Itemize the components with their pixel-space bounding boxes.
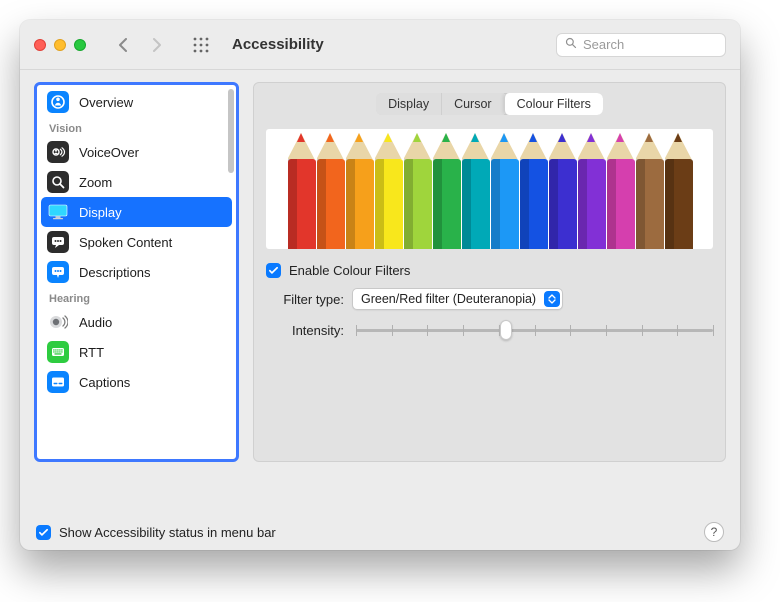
sidebar-item-label: Overview bbox=[79, 95, 133, 110]
enable-colour-filters-label: Enable Colour Filters bbox=[289, 263, 410, 278]
zoom-icon bbox=[47, 171, 69, 193]
sidebar-item-label: Spoken Content bbox=[79, 235, 172, 250]
filter-type-select[interactable]: Green/Red filter (Deuteranopia) bbox=[352, 288, 563, 310]
prefs-window: Accessibility Search Overview Vision bbox=[20, 20, 740, 550]
sidebar-item-label: RTT bbox=[79, 345, 104, 360]
sidebar-item-descriptions[interactable]: Descriptions bbox=[37, 257, 236, 287]
sidebar-item-display[interactable]: Display bbox=[41, 197, 232, 227]
sidebar-item-label: Audio bbox=[79, 315, 112, 330]
sidebar-item-spoken-content[interactable]: Spoken Content bbox=[37, 227, 236, 257]
colour-pencil bbox=[607, 133, 634, 249]
show-status-label: Show Accessibility status in menu bar bbox=[59, 525, 276, 540]
colour-preview bbox=[266, 129, 713, 249]
sidebar-item-overview[interactable]: Overview bbox=[37, 87, 236, 117]
colour-pencil bbox=[491, 133, 518, 249]
display-icon bbox=[47, 201, 69, 223]
colour-pencil bbox=[665, 133, 692, 249]
sidebar-item-label: Display bbox=[79, 205, 122, 220]
colour-pencil bbox=[462, 133, 489, 249]
content-panel: Display Cursor Colour Filters Enable Col… bbox=[253, 82, 726, 462]
colour-pencil bbox=[433, 133, 460, 249]
sidebar-item-voiceover[interactable]: VoiceOver bbox=[37, 137, 236, 167]
colour-pencil bbox=[578, 133, 605, 249]
help-icon: ? bbox=[711, 525, 718, 539]
sidebar[interactable]: Overview Vision VoiceOver Zoom bbox=[34, 82, 239, 462]
search-input[interactable]: Search bbox=[556, 33, 726, 57]
colour-pencil bbox=[346, 133, 373, 249]
tab-group: Display Cursor Colour Filters bbox=[376, 93, 603, 115]
colour-pencil bbox=[317, 133, 344, 249]
sidebar-item-label: VoiceOver bbox=[79, 145, 139, 160]
overview-icon bbox=[47, 91, 69, 113]
sidebar-heading-hearing: Hearing bbox=[37, 287, 236, 307]
search-icon bbox=[565, 37, 577, 52]
sidebar-item-label: Descriptions bbox=[79, 265, 151, 280]
back-button[interactable] bbox=[112, 34, 134, 56]
help-button[interactable]: ? bbox=[704, 522, 724, 542]
sidebar-item-zoom[interactable]: Zoom bbox=[37, 167, 236, 197]
colour-pencil bbox=[288, 133, 315, 249]
colour-pencil bbox=[549, 133, 576, 249]
minimize-window-button[interactable] bbox=[54, 39, 66, 51]
window-controls bbox=[34, 39, 86, 51]
page-title: Accessibility bbox=[232, 36, 324, 53]
tab-display[interactable]: Display bbox=[376, 93, 441, 115]
sidebar-scrollbar[interactable] bbox=[228, 89, 234, 173]
filter-type-value: Green/Red filter (Deuteranopia) bbox=[361, 292, 536, 306]
close-window-button[interactable] bbox=[34, 39, 46, 51]
tab-cursor[interactable]: Cursor bbox=[441, 93, 504, 115]
footer: Show Accessibility status in menu bar ? bbox=[20, 514, 740, 550]
spoken-content-icon bbox=[47, 231, 69, 253]
intensity-slider-knob[interactable] bbox=[500, 320, 512, 340]
zoom-window-button[interactable] bbox=[74, 39, 86, 51]
audio-icon bbox=[47, 311, 69, 333]
captions-icon bbox=[47, 371, 69, 393]
show-all-button[interactable] bbox=[190, 34, 212, 56]
search-placeholder: Search bbox=[583, 37, 624, 52]
sidebar-item-captions[interactable]: Captions bbox=[37, 367, 236, 397]
intensity-label: Intensity: bbox=[266, 323, 344, 338]
colour-pencil bbox=[520, 133, 547, 249]
rtt-icon bbox=[47, 341, 69, 363]
voiceover-icon bbox=[47, 141, 69, 163]
colour-pencil bbox=[404, 133, 431, 249]
sidebar-item-rtt[interactable]: RTT bbox=[37, 337, 236, 367]
intensity-slider[interactable] bbox=[356, 329, 713, 332]
colour-pencil bbox=[636, 133, 663, 249]
toolbar: Accessibility Search bbox=[20, 20, 740, 70]
tab-colour-filters[interactable]: Colour Filters bbox=[504, 93, 603, 115]
select-caret-icon bbox=[544, 291, 560, 307]
sidebar-item-label: Captions bbox=[79, 375, 130, 390]
sidebar-item-label: Zoom bbox=[79, 175, 112, 190]
colour-pencil bbox=[375, 133, 402, 249]
forward-button[interactable] bbox=[146, 34, 168, 56]
descriptions-icon bbox=[47, 261, 69, 283]
sidebar-item-audio[interactable]: Audio bbox=[37, 307, 236, 337]
filter-type-label: Filter type: bbox=[266, 292, 344, 307]
show-status-checkbox[interactable] bbox=[36, 525, 51, 540]
enable-colour-filters-checkbox[interactable] bbox=[266, 263, 281, 278]
sidebar-heading-vision: Vision bbox=[37, 117, 236, 137]
